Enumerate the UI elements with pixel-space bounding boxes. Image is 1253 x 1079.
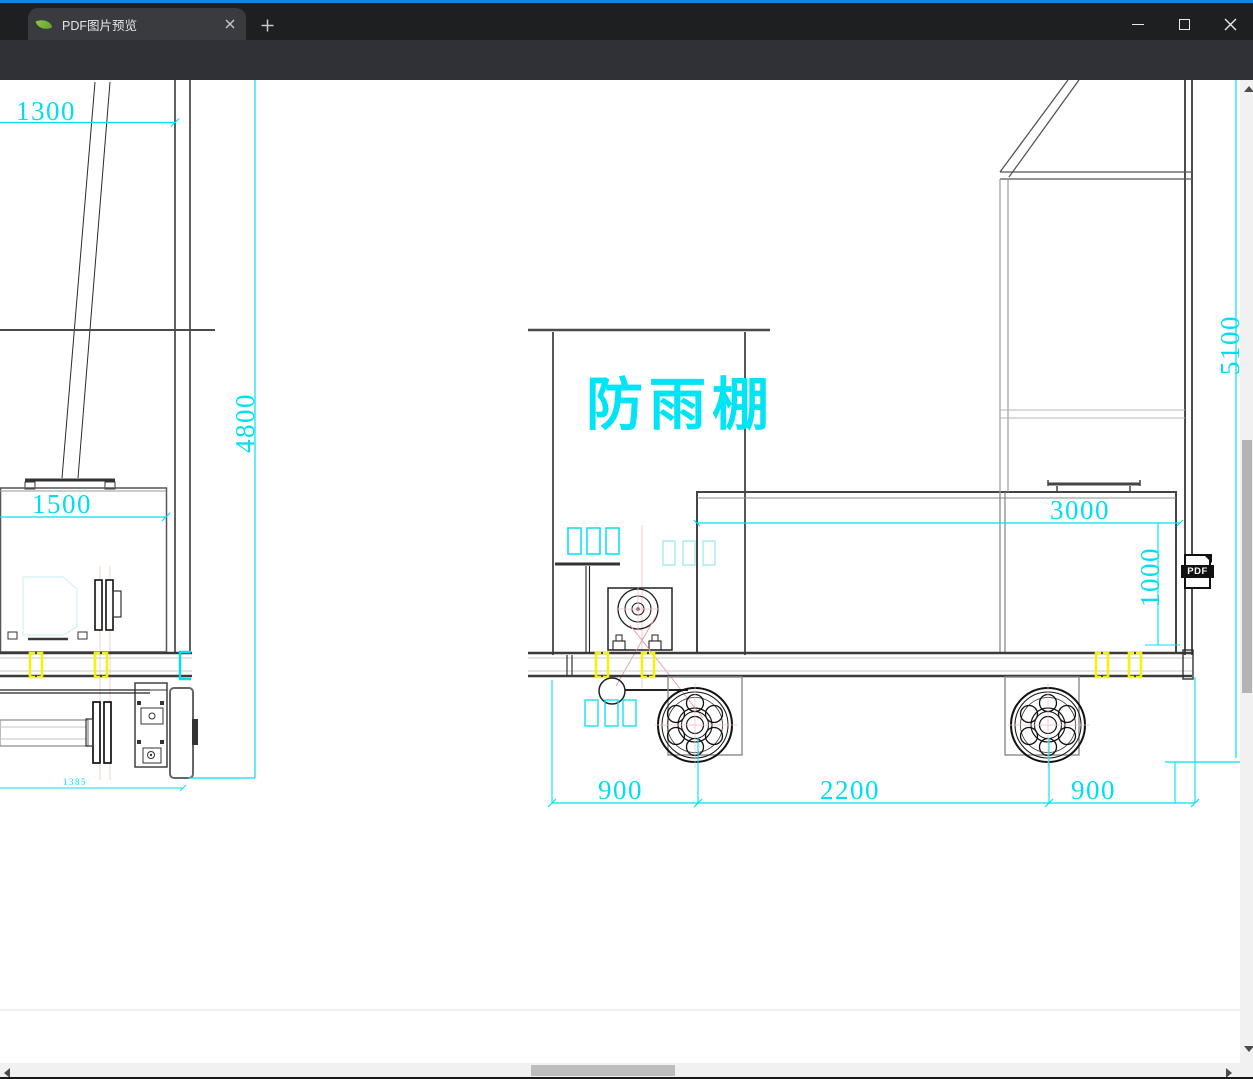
- close-button[interactable]: [1207, 6, 1253, 43]
- spring-leaf-favicon: [35, 16, 53, 33]
- pdf-download-button[interactable]: PDF: [1181, 553, 1214, 589]
- left-view: [0, 80, 215, 780]
- scroll-down-arrow-icon[interactable]: [1243, 1046, 1253, 1052]
- rail-clamps-main-view: [594, 651, 1143, 679]
- browser-toolbar: localhost:8012/onlinePreview?url=http%3A…: [0, 40, 1253, 116]
- dim-1300: 1300: [16, 96, 76, 126]
- maximize-button[interactable]: [1161, 6, 1207, 43]
- horizontal-scrollbar[interactable]: [0, 1063, 1240, 1078]
- dim-900-front: 900: [598, 775, 643, 805]
- titlebar: PDF图片预览: [0, 3, 1253, 40]
- pdf-badge-label: PDF: [1181, 565, 1214, 578]
- left-view-dimensions: 1300 4800 1500 1385: [0, 80, 260, 792]
- shed-label: 防雨棚: [586, 373, 775, 437]
- dim-4800: 4800: [230, 393, 260, 453]
- browser-window: PDF图片预览 loc: [0, 0, 1253, 1079]
- scroll-right-arrow-icon[interactable]: [1226, 1067, 1232, 1078]
- dim-3000: 3000: [1050, 495, 1110, 525]
- tab-title: PDF图片预览: [62, 18, 138, 33]
- vertical-scrollbar[interactable]: [1240, 80, 1253, 1063]
- browser-tab[interactable]: PDF图片预览: [28, 8, 246, 40]
- scroll-up-arrow-icon[interactable]: [1243, 86, 1253, 92]
- rail-clamps-left-view: [28, 651, 109, 679]
- preview-page: 1300 4800 1500 1385 防雨棚 3000 1000 5100 9…: [0, 80, 1240, 1063]
- cad-drawing: 1300 4800 1500 1385 防雨棚 3000 1000 5100 9…: [0, 80, 1240, 1011]
- main-view-dimensions: 3000 1000 5100 900 2200 900: [547, 80, 1240, 808]
- new-tab-button[interactable]: [256, 14, 278, 36]
- scroll-left-arrow-icon[interactable]: [4, 1067, 10, 1078]
- rear-wheel: [1004, 676, 1090, 768]
- scrollbar-corner: [1240, 1063, 1253, 1078]
- pdf-fold-corner: [1202, 553, 1212, 563]
- tab-close-icon[interactable]: [222, 16, 238, 32]
- minimize-button[interactable]: [1115, 6, 1161, 43]
- dim-1000: 1000: [1135, 547, 1165, 607]
- dim-900-rear: 900: [1071, 775, 1116, 805]
- dim-1385: 1385: [63, 777, 87, 787]
- dim-5100: 5100: [1215, 315, 1240, 375]
- dim-1500: 1500: [32, 489, 92, 519]
- vertical-scrollbar-thumb[interactable]: [1241, 440, 1252, 693]
- horizontal-scrollbar-thumb[interactable]: [531, 1065, 675, 1076]
- window-controls: [1115, 6, 1253, 43]
- dim-2200: 2200: [820, 775, 880, 805]
